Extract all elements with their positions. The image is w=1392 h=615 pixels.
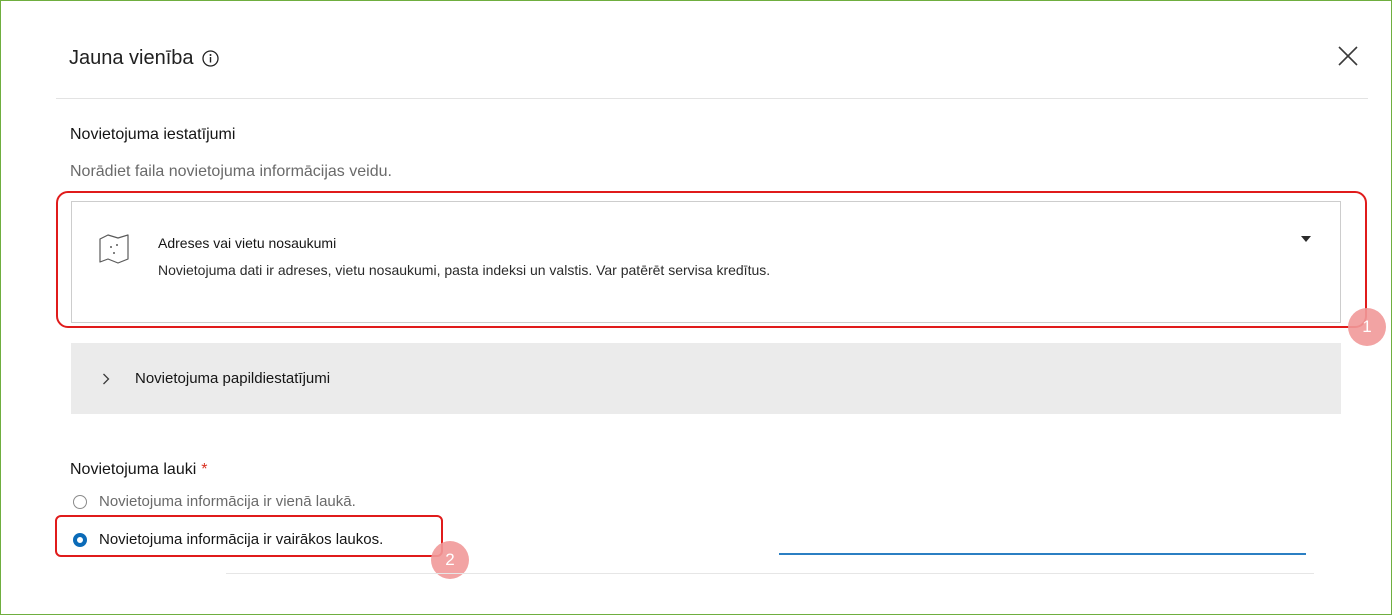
- selected-option-title: Adreses vai vietu nosaukumi: [158, 235, 337, 251]
- field-input-underline[interactable]: [779, 553, 1306, 555]
- annotation-badge-1: 1: [1348, 308, 1386, 346]
- radio-multiple-fields[interactable]: Novietojuma informācija ir vairākos lauk…: [73, 531, 383, 548]
- dialog-title: Jauna vienība: [69, 47, 194, 69]
- location-fields-heading: Novietojuma lauki *: [70, 461, 208, 479]
- radio-single-field[interactable]: Novietojuma informācija ir vienā laukā.: [73, 493, 356, 510]
- dialog-frame: Jauna vienība Novietojuma iestatījumi No…: [0, 0, 1392, 615]
- info-icon[interactable]: [201, 50, 219, 67]
- chevron-right-icon: [103, 373, 110, 385]
- required-mark: *: [201, 461, 208, 478]
- map-icon: [99, 234, 129, 264]
- advanced-settings-expander[interactable]: Novietojuma papildiestatījumi: [71, 343, 1341, 414]
- location-fields-label: Novietojuma lauki: [70, 461, 197, 478]
- caret-down-icon[interactable]: [1300, 235, 1312, 243]
- close-icon[interactable]: [1335, 43, 1361, 69]
- location-settings-heading: Novietojuma iestatījumi: [70, 126, 236, 143]
- location-type-select[interactable]: Adreses vai vietu nosaukumi Novietojuma …: [71, 201, 1341, 323]
- radio-multiple-fields-label: Novietojuma informācija ir vairākos lauk…: [99, 531, 384, 548]
- radio-single-field-label: Novietojuma informācija ir vienā laukā.: [99, 493, 356, 510]
- advanced-settings-label: Novietojuma papildiestatījumi: [135, 370, 331, 387]
- header-divider: [56, 98, 1368, 99]
- dialog-header: Jauna vienība: [69, 47, 219, 70]
- radio-button-unchecked[interactable]: [73, 494, 87, 509]
- selected-option-description: Novietojuma dati ir adreses, vietu nosau…: [158, 262, 771, 278]
- section-divider: [226, 573, 1314, 574]
- radio-button-checked[interactable]: [73, 532, 87, 547]
- location-settings-description: Norādiet faila novietojuma informācijas …: [70, 163, 392, 180]
